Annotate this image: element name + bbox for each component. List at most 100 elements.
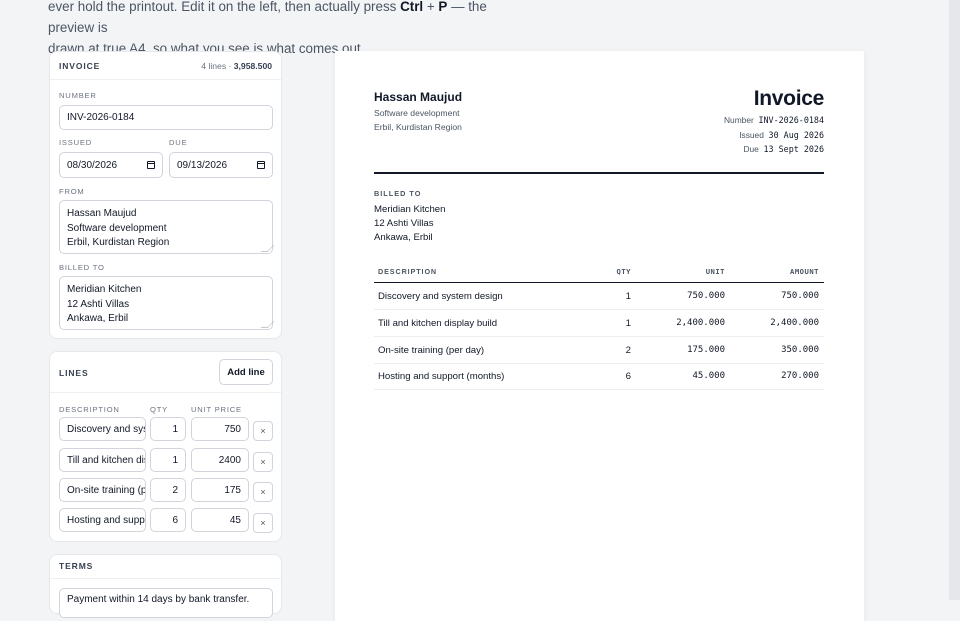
preview-billed-label: BILLED TO bbox=[374, 189, 422, 198]
billed-to-textarea[interactable]: Meridian Kitchen 12 Ashti Villas Ankawa,… bbox=[59, 276, 273, 330]
from-field-wrap: Hassan Maujud Software development Erbil… bbox=[59, 200, 275, 254]
line-description-value: Discovery and system design bbox=[67, 423, 145, 435]
lines-card-title: Lines bbox=[59, 368, 89, 378]
cell-qty: 6 bbox=[625, 370, 631, 382]
billed-field-wrap: Meridian Kitchen 12 Ashti Villas Ankawa,… bbox=[59, 276, 275, 330]
cell-unit: 750.000 bbox=[687, 291, 725, 301]
line-qty-input[interactable]: 6 bbox=[150, 508, 186, 532]
close-icon: × bbox=[260, 518, 266, 528]
th-description: DESCRIPTION bbox=[378, 267, 438, 276]
cell-amount: 750.000 bbox=[781, 291, 819, 301]
cell-amount: 2,400.000 bbox=[770, 318, 819, 328]
terms-textarea[interactable]: Payment within 14 days by bank transfer. bbox=[59, 588, 273, 618]
remove-line-button[interactable]: × bbox=[253, 513, 273, 533]
cell-unit: 2,400.000 bbox=[676, 318, 725, 328]
line-description-input[interactable]: Hosting and support (months) bbox=[59, 508, 146, 532]
table-row: On-site training (per day) 2 175.000 350… bbox=[374, 337, 824, 364]
remove-line-button[interactable]: × bbox=[253, 421, 273, 441]
preview-number-row: Number INV-2026-0184 bbox=[724, 115, 824, 125]
preview-billed-line2: Ankawa, Erbil bbox=[374, 232, 433, 243]
due-date-value: 09/13/2026 bbox=[177, 159, 228, 171]
number-input[interactable]: INV-2026-0184 bbox=[59, 105, 273, 130]
line-qty-value: 1 bbox=[172, 423, 178, 435]
line-qty-input[interactable]: 1 bbox=[150, 417, 186, 441]
close-icon: × bbox=[260, 426, 266, 436]
th-unit: UNIT bbox=[705, 267, 725, 276]
preview-billed-name: Meridian Kitchen bbox=[374, 204, 446, 215]
lines-card: Lines Add line Description Qty Unit pric… bbox=[49, 351, 282, 542]
line-unit-price-input[interactable]: 175 bbox=[191, 478, 249, 502]
summary-total: 3,958.500 bbox=[233, 60, 272, 71]
line-unit-price-value: 45 bbox=[229, 514, 241, 526]
intro-text-part: ever hold the printout. Edit it on the l… bbox=[48, 0, 401, 14]
cell-qty: 2 bbox=[625, 344, 631, 356]
table-row: Hosting and support (months) 6 45.000 27… bbox=[374, 363, 824, 390]
close-icon: × bbox=[260, 457, 266, 467]
calendar-icon[interactable] bbox=[147, 161, 155, 169]
line-qty-value: 2 bbox=[172, 484, 178, 496]
due-date-input[interactable]: 09/13/2026 bbox=[169, 152, 273, 178]
line-unit-price-input[interactable]: 2400 bbox=[191, 448, 249, 472]
add-line-button[interactable]: Add line bbox=[219, 359, 273, 385]
preview-number-label: Number bbox=[723, 115, 754, 125]
preview-issued-label: Issued bbox=[739, 130, 764, 140]
preview-due-row: Due 13 Sept 2026 bbox=[743, 144, 824, 154]
issued-label: Issued bbox=[59, 138, 93, 147]
line-description-value: Hosting and support (months) bbox=[67, 514, 145, 526]
cell-qty: 1 bbox=[625, 290, 631, 302]
terms-card-title: Terms bbox=[59, 561, 94, 571]
th-amount: AMOUNT bbox=[790, 267, 819, 276]
number-value: INV-2026-0184 bbox=[67, 112, 135, 123]
terms-card: Terms Payment within 14 days by bank tra… bbox=[49, 554, 282, 618]
cell-amount: 270.000 bbox=[781, 371, 819, 381]
billed-to-label: Billed to bbox=[59, 263, 105, 272]
line-qty-input[interactable]: 1 bbox=[150, 448, 186, 472]
cell-description: Till and kitchen display build bbox=[378, 317, 498, 329]
table-row: Till and kitchen display build 1 2,400.0… bbox=[374, 310, 824, 337]
cell-amount: 350.000 bbox=[781, 345, 819, 355]
invoice-card: Invoice 4 lines · 3,958.500 Number INV-2… bbox=[49, 51, 282, 339]
cell-unit: 175.000 bbox=[687, 345, 725, 355]
invoice-summary: 4 lines · 3,958.500 bbox=[201, 61, 272, 71]
line-description-input[interactable]: Discovery and system design bbox=[59, 417, 146, 441]
line-description-value: On-site training (per day) bbox=[67, 484, 146, 496]
preview-due-value: 13 Sept 2026 bbox=[763, 144, 824, 154]
terms-divider bbox=[50, 578, 281, 579]
col-qty-label: Qty bbox=[150, 405, 169, 414]
th-qty: QTY bbox=[616, 267, 631, 276]
line-unit-price-value: 175 bbox=[224, 484, 241, 496]
line-description-input[interactable]: Till and kitchen display build bbox=[59, 448, 146, 472]
line-qty-input[interactable]: 2 bbox=[150, 478, 186, 502]
line-unit-price-input[interactable]: 45 bbox=[191, 508, 249, 532]
line-qty-value: 1 bbox=[172, 454, 178, 466]
line-description-value: Till and kitchen display build bbox=[67, 454, 145, 466]
lines-divider bbox=[50, 392, 281, 393]
cell-description: On-site training (per day) bbox=[378, 344, 485, 356]
invoice-card-title: Invoice bbox=[59, 60, 101, 71]
preview-billed-line1: 12 Ashti Villas bbox=[374, 218, 434, 229]
cell-description: Discovery and system design bbox=[378, 290, 503, 302]
from-label: From bbox=[59, 187, 85, 196]
line-unit-price-value: 2400 bbox=[218, 454, 241, 466]
header-rule bbox=[374, 172, 824, 174]
preview-from-line2: Erbil, Kurdistan Region bbox=[374, 122, 462, 132]
close-icon: × bbox=[260, 487, 266, 497]
remove-line-button[interactable]: × bbox=[253, 482, 273, 502]
issued-date-input[interactable]: 08/30/2026 bbox=[59, 152, 163, 178]
preview-title: Invoice bbox=[753, 87, 825, 110]
intro-text-part: + bbox=[423, 0, 439, 14]
calendar-icon[interactable] bbox=[257, 161, 265, 169]
preview-number-value: INV-2026-0184 bbox=[758, 115, 824, 125]
line-qty-value: 6 bbox=[172, 514, 178, 526]
cell-qty: 1 bbox=[625, 317, 631, 329]
line-unit-price-input[interactable]: 750 bbox=[191, 417, 249, 441]
preview-from-line1: Software development bbox=[374, 108, 460, 118]
cell-unit: 45.000 bbox=[692, 371, 725, 381]
table-row: Discovery and system design 1 750.000 75… bbox=[374, 283, 824, 310]
summary-lines: 4 lines · bbox=[201, 60, 234, 71]
from-textarea[interactable]: Hassan Maujud Software development Erbil… bbox=[59, 200, 273, 254]
remove-line-button[interactable]: × bbox=[253, 452, 273, 472]
page-edge bbox=[949, 0, 960, 600]
line-description-input[interactable]: On-site training (per day) bbox=[59, 478, 146, 502]
preview-from-name: Hassan Maujud bbox=[374, 90, 463, 104]
